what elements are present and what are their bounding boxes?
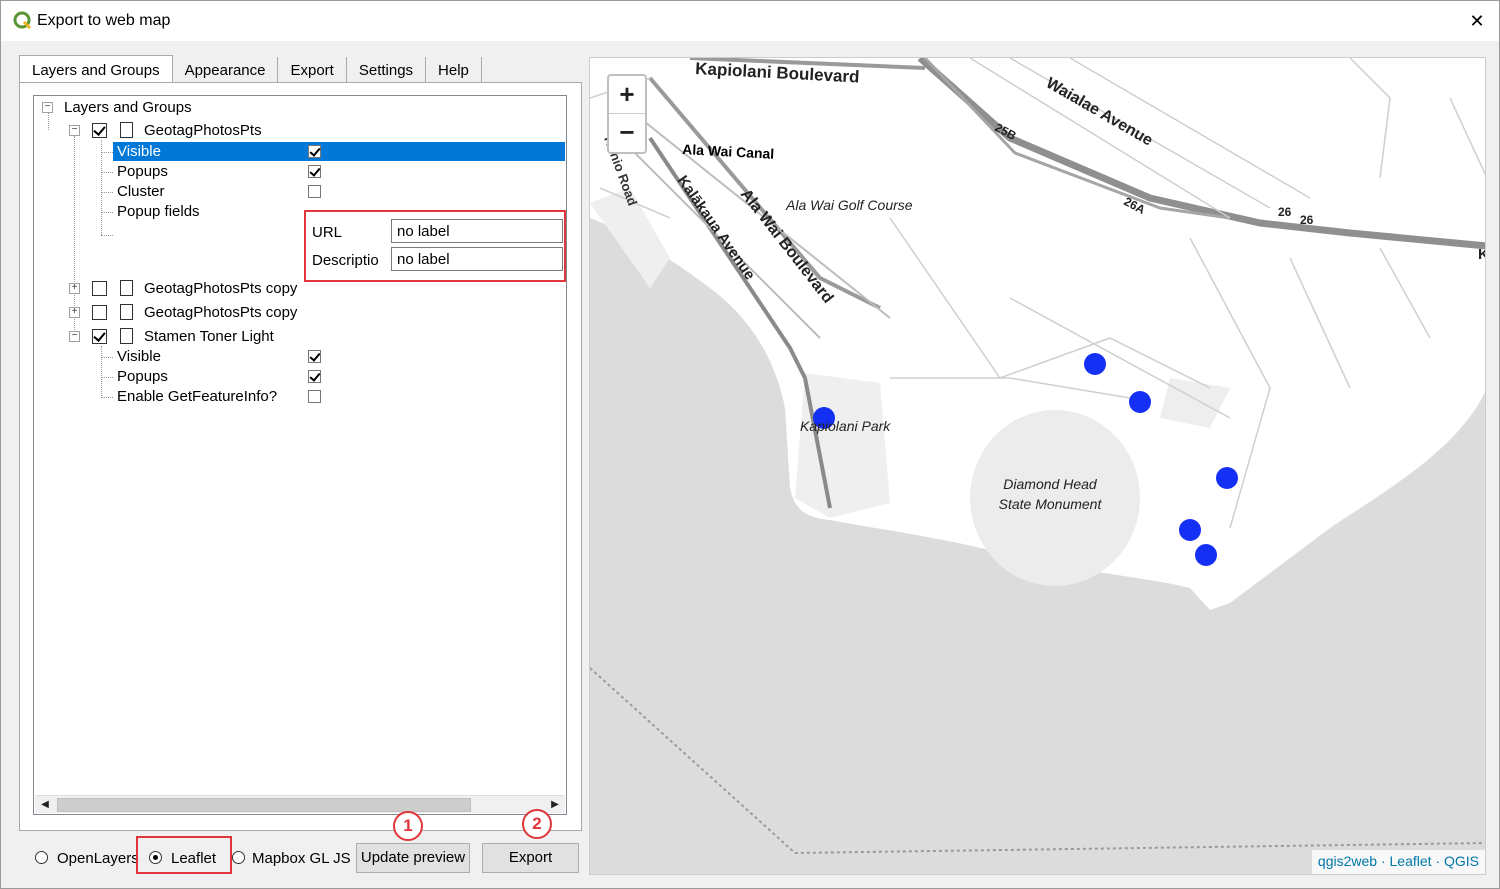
- photo-point: [1129, 391, 1151, 413]
- photo-point: [1084, 353, 1106, 375]
- map-attribution[interactable]: qgis2web · Leaflet · QGIS: [1311, 850, 1485, 874]
- popups-option[interactable]: Popups: [117, 162, 168, 182]
- url-label-select[interactable]: no label: [391, 219, 563, 243]
- layers-tree[interactable]: − Layers and Groups − GeotagPhotosPts Vi…: [33, 95, 567, 815]
- update-preview-button[interactable]: Update preview: [356, 843, 470, 873]
- popups-checkbox[interactable]: [308, 370, 321, 383]
- map-label: State Monument: [999, 496, 1103, 512]
- export-button[interactable]: Export: [482, 843, 579, 873]
- photo-point: [1195, 544, 1217, 566]
- basemap: Kapiolani Boulevard Waialae Avenue Ala W…: [590, 58, 1486, 855]
- visible-checkbox[interactable]: [308, 350, 321, 363]
- close-icon: ✕: [1469, 10, 1485, 31]
- leaflet-radio[interactable]: [149, 851, 162, 864]
- tree-guide: [101, 192, 113, 193]
- scroll-left-icon[interactable]: ◀: [38, 798, 52, 812]
- visible-option[interactable]: Visible: [117, 142, 161, 162]
- leaflet-label[interactable]: Leaflet: [171, 850, 216, 867]
- layer-checkbox[interactable]: [92, 329, 107, 344]
- layer-name[interactable]: GeotagPhotosPts copy: [144, 279, 297, 299]
- window-title: Export to web map: [37, 12, 171, 29]
- zoom-control: + −: [607, 74, 647, 154]
- popups-checkbox[interactable]: [308, 165, 321, 178]
- tree-guide: [101, 140, 102, 235]
- close-button[interactable]: ✕: [1455, 1, 1499, 41]
- tree-guide: [48, 110, 49, 130]
- description-label-select[interactable]: no label: [391, 247, 563, 271]
- tree-guide: [101, 357, 113, 358]
- mapbox-label[interactable]: Mapbox GL JS: [252, 850, 351, 867]
- layer-file-icon: [120, 304, 133, 320]
- map-label: Diamond Head: [1003, 476, 1098, 492]
- zoom-in-button[interactable]: +: [609, 76, 645, 114]
- collapse-icon[interactable]: −: [69, 125, 80, 136]
- layer-file-icon: [120, 328, 133, 344]
- map-label: 26: [1300, 213, 1314, 227]
- zoom-out-button[interactable]: −: [609, 114, 645, 152]
- layer-checkbox[interactable]: [92, 305, 107, 320]
- map-preview[interactable]: Kapiolani Boulevard Waialae Avenue Ala W…: [589, 57, 1486, 875]
- openlayers-radio[interactable]: [35, 851, 48, 864]
- field-name-description: Descriptio: [312, 252, 379, 269]
- popups-option[interactable]: Popups: [117, 367, 168, 387]
- tree-guide: [101, 152, 113, 153]
- scroll-right-icon[interactable]: ▶: [548, 798, 562, 812]
- visible-option[interactable]: Visible: [117, 347, 161, 367]
- photo-point: [1216, 467, 1238, 489]
- layer-file-icon: [120, 280, 133, 296]
- layer-name[interactable]: GeotagPhotosPts: [144, 121, 262, 141]
- tree-guide: [101, 172, 113, 173]
- tree-guide: [101, 235, 113, 236]
- scrollbar-thumb[interactable]: [57, 798, 471, 812]
- tab-appearance[interactable]: Appearance: [172, 57, 279, 83]
- layer-checkbox[interactable]: [92, 123, 107, 138]
- step-badge-1: 1: [393, 811, 423, 841]
- cluster-checkbox[interactable]: [308, 185, 321, 198]
- popup-fields-highlight: URL no label Descriptio no label: [304, 210, 566, 282]
- layer-checkbox[interactable]: [92, 281, 107, 296]
- map-label: Kapiolani Park: [800, 418, 891, 434]
- photo-point: [1179, 519, 1201, 541]
- map-label: 26: [1278, 205, 1292, 219]
- export-dialog: Export to web map ✕ Layers and Groups Ap…: [0, 0, 1500, 889]
- field-name-url: URL: [312, 224, 343, 241]
- layer-file-icon: [120, 122, 133, 138]
- tree-guide: [101, 346, 102, 398]
- selected-row-highlight: [113, 142, 565, 161]
- layer-name[interactable]: GeotagPhotosPts copy: [144, 303, 297, 323]
- layer-name[interactable]: Stamen Toner Light: [144, 327, 274, 347]
- popup-fields-option: Popup fields: [117, 203, 200, 220]
- map-label: Ala Wai Golf Course: [785, 197, 913, 213]
- map-label: K: [1478, 246, 1486, 263]
- openlayers-label[interactable]: OpenLayers: [57, 850, 139, 867]
- expand-icon[interactable]: +: [69, 283, 80, 294]
- qgis-logo-icon: [13, 11, 32, 30]
- tree-guide: [101, 397, 113, 398]
- tree-root-label: Layers and Groups: [64, 99, 192, 116]
- expand-icon[interactable]: +: [69, 307, 80, 318]
- tab-bar: Layers and Groups Appearance Export Sett…: [19, 55, 482, 83]
- tree-guide: [101, 377, 113, 378]
- collapse-icon[interactable]: −: [69, 331, 80, 342]
- tab-layers-and-groups[interactable]: Layers and Groups: [19, 55, 173, 83]
- visible-checkbox[interactable]: [308, 145, 321, 158]
- mapbox-radio[interactable]: [232, 851, 245, 864]
- collapse-icon[interactable]: −: [42, 102, 53, 113]
- title-bar: Export to web map ✕: [1, 1, 1499, 41]
- horizontal-scrollbar[interactable]: ◀ ▶: [35, 795, 565, 813]
- tab-help[interactable]: Help: [426, 57, 482, 83]
- cluster-option[interactable]: Cluster: [117, 182, 165, 202]
- tab-settings[interactable]: Settings: [346, 57, 427, 83]
- step-badge-2: 2: [522, 809, 552, 839]
- getfeatureinfo-checkbox[interactable]: [308, 390, 321, 403]
- tree-guide: [101, 212, 113, 213]
- tab-export[interactable]: Export: [278, 57, 347, 83]
- getfeatureinfo-option[interactable]: Enable GetFeatureInfo?: [117, 387, 277, 407]
